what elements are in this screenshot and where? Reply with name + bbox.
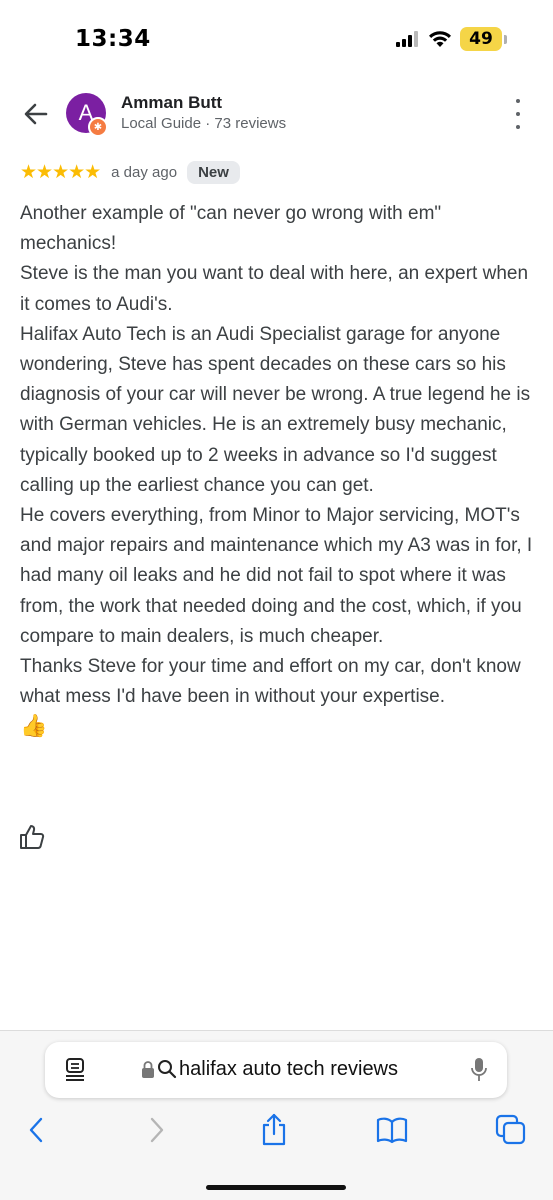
back-button[interactable] <box>20 98 52 130</box>
review-paragraph: Another example of "can never go wrong w… <box>20 203 442 255</box>
bookmarks-icon <box>376 1117 408 1144</box>
more-vert-icon[interactable] <box>506 99 530 129</box>
bookmarks-button[interactable] <box>375 1112 409 1148</box>
battery-tip <box>504 34 507 44</box>
search-icon <box>158 1060 177 1079</box>
wifi-icon <box>429 31 451 47</box>
lock-icon <box>142 1061 154 1078</box>
status-icons: 49 <box>396 27 507 51</box>
thumbs-up-icon <box>20 825 45 849</box>
reader-icon[interactable] <box>63 1057 87 1083</box>
review-paragraph: He covers everything, from Minor to Majo… <box>20 505 533 647</box>
home-indicator[interactable] <box>206 1185 346 1190</box>
status-bar: 13:34 49 <box>0 0 553 80</box>
battery-indicator: 49 <box>460 27 502 51</box>
back-arrow-icon <box>24 103 48 125</box>
status-time: 13:34 <box>75 26 151 52</box>
tabs-button[interactable] <box>494 1112 528 1148</box>
address-bar[interactable]: halifax auto tech reviews <box>45 1042 507 1098</box>
like-button[interactable] <box>18 823 46 851</box>
battery-level: 49 <box>469 29 493 49</box>
back-icon <box>29 1117 43 1143</box>
new-badge: New <box>187 160 240 184</box>
browser-back-button[interactable] <box>19 1112 53 1148</box>
review-text: Another example of "can never go wrong w… <box>20 199 540 744</box>
address-text[interactable]: halifax auto tech reviews <box>179 1058 398 1081</box>
thumbs-up-emoji: 👍 <box>20 714 48 740</box>
tabs-icon <box>495 1114 526 1145</box>
signal-icon <box>396 31 418 47</box>
browser-forward-button[interactable] <box>140 1112 174 1148</box>
review-date: a day ago <box>111 163 178 181</box>
share-icon <box>262 1113 286 1146</box>
share-button[interactable] <box>257 1112 291 1148</box>
star-rating: ★★★★★ <box>20 161 101 183</box>
review-paragraph: Halifax Auto Tech is an Audi Specialist … <box>20 323 531 496</box>
microphone-icon[interactable] <box>469 1056 489 1084</box>
rating-row: ★★★★★ a day ago New <box>20 159 240 185</box>
review-paragraph: Steve is the man you want to deal with h… <box>20 263 529 315</box>
forward-icon <box>150 1117 164 1143</box>
review-paragraph: Thanks Steve for your time and effort on… <box>20 656 521 708</box>
local-guide-icon: ✱ <box>88 117 108 137</box>
reviewer-meta: Local Guide · 73 reviews <box>121 115 287 132</box>
reviewer-name[interactable]: Amman Butt <box>121 93 222 113</box>
